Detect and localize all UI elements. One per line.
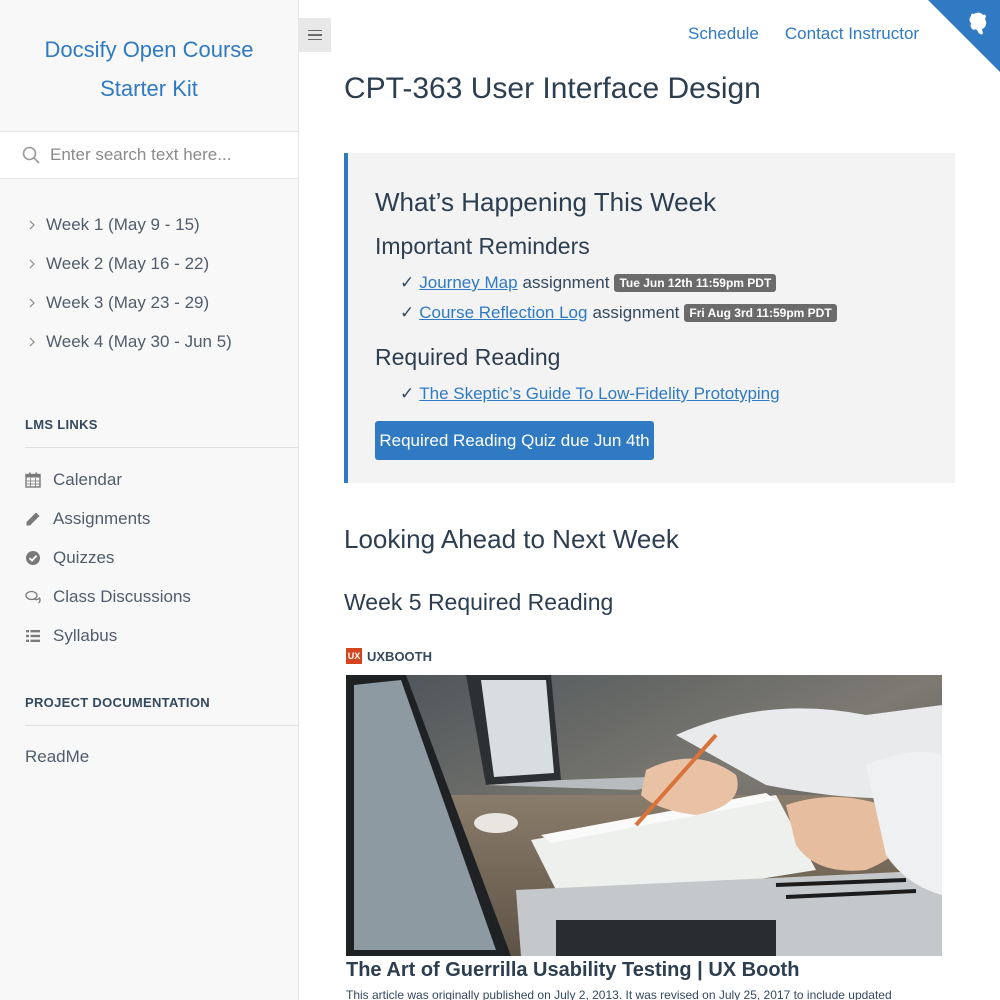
github-corner-icon[interactable]: [928, 0, 1000, 72]
sidebar-item-assignments[interactable]: Assignments: [0, 499, 298, 538]
menu-icon-bar: [308, 38, 322, 41]
list-icon: [26, 629, 40, 642]
lms-link-label: Calendar: [53, 469, 122, 489]
lms-links-title: LMS LINKS: [25, 417, 98, 432]
article-source: UX UXBOOTH: [346, 648, 432, 664]
menu-icon-bar: [308, 34, 322, 36]
chevron-right-icon: [29, 220, 35, 229]
reading-quiz-button[interactable]: Required Reading Quiz due Jun 4th: [375, 421, 654, 460]
check-circle-icon: [26, 550, 40, 565]
search-icon: [22, 146, 40, 164]
sidebar-item-week-2[interactable]: Week 2 (May 16 - 22): [0, 244, 298, 283]
sidebar-item-week-1[interactable]: Week 1 (May 9 - 15): [0, 205, 298, 244]
app-name-link[interactable]: Docsify Open Course Starter Kit: [0, 30, 298, 108]
nav-schedule-link[interactable]: Schedule: [688, 24, 759, 44]
reading-item: ✓ The Skeptic’s Guide To Low-Fidelity Pr…: [400, 384, 780, 404]
uxbooth-logo-icon: UX: [346, 648, 362, 664]
due-date-badge: Tue Jun 12th 11:59pm PDT: [614, 274, 777, 292]
comments-icon: [25, 590, 41, 604]
week-label: Week 1 (May 9 - 15): [46, 214, 200, 234]
journey-map-link[interactable]: Journey Map: [419, 273, 517, 293]
required-reading-heading: Required Reading: [375, 344, 561, 370]
app-name-line2: Starter Kit: [100, 76, 198, 101]
lms-link-label: Assignments: [53, 508, 151, 528]
chevron-right-icon: [29, 298, 35, 307]
lms-link-label: Syllabus: [53, 625, 118, 645]
article-source-name: UXBOOTH: [367, 648, 432, 664]
course-reflection-log-link[interactable]: Course Reflection Log: [419, 303, 587, 323]
search-input[interactable]: [50, 145, 290, 165]
reminder-text: assignment: [592, 303, 680, 322]
divider: [25, 447, 298, 448]
sidebar-item-calendar[interactable]: Calendar: [0, 460, 298, 499]
sidebar-item-quizzes[interactable]: Quizzes: [0, 538, 298, 577]
this-week-heading: What’s Happening This Week: [375, 187, 717, 217]
sidebar-item-week-3[interactable]: Week 3 (May 23 - 29): [0, 283, 298, 322]
check-icon: ✓: [400, 384, 415, 403]
calendar-icon: [25, 472, 41, 488]
search-box: [0, 131, 298, 179]
sidebar-item-class-discussions[interactable]: Class Discussions: [0, 577, 298, 616]
divider: [25, 725, 298, 726]
week-list: Week 1 (May 9 - 15) Week 2 (May 16 - 22)…: [0, 205, 298, 361]
page-title: CPT-363 User Interface Design: [344, 72, 761, 105]
sidebar-item-syllabus[interactable]: Syllabus: [0, 616, 298, 655]
pencil-icon: [26, 512, 40, 525]
reminder-item: ✓ Course Reflection Log assignment Fri A…: [400, 303, 837, 323]
check-icon: ✓: [400, 273, 415, 292]
sidebar-toggle-button[interactable]: [299, 18, 331, 52]
due-date-badge: Fri Aug 3rd 11:59pm PDT: [684, 304, 837, 322]
next-week-heading: Looking Ahead to Next Week: [344, 524, 679, 554]
week-label: Week 2 (May 16 - 22): [46, 253, 210, 273]
lms-link-label: Class Discussions: [53, 586, 191, 606]
app-name-line1: Docsify Open Course: [44, 37, 254, 62]
reminder-text: assignment: [522, 273, 610, 292]
chevron-right-icon: [29, 337, 35, 346]
menu-icon-bar: [308, 29, 322, 32]
skeptics-guide-link[interactable]: The Skeptic’s Guide To Low-Fidelity Prot…: [419, 384, 779, 404]
sidebar: Docsify Open Course Starter Kit Week 1 (…: [0, 0, 299, 1000]
chevron-right-icon: [29, 259, 35, 268]
reminders-heading: Important Reminders: [375, 233, 590, 259]
sidebar-item-readme[interactable]: ReadMe: [0, 747, 298, 767]
week5-reading-heading: Week 5 Required Reading: [344, 589, 614, 615]
top-nav: Schedule Contact Instructor: [688, 24, 919, 44]
check-icon: ✓: [400, 303, 415, 322]
sidebar-item-week-4[interactable]: Week 4 (May 30 - Jun 5): [0, 322, 298, 361]
article-image[interactable]: [346, 675, 942, 956]
project-docs-title: PROJECT DOCUMENTATION: [25, 695, 210, 710]
nav-contact-instructor-link[interactable]: Contact Instructor: [785, 24, 919, 44]
lms-links-list: Calendar Assignments Quizzes Class Discu…: [0, 460, 298, 655]
app-name: Docsify Open Course Starter Kit: [0, 0, 298, 131]
week-label: Week 4 (May 30 - Jun 5): [46, 331, 232, 351]
this-week-callout: What’s Happening This Week Important Rem…: [344, 153, 955, 483]
lms-link-label: Quizzes: [53, 547, 115, 567]
article-description: This article was originally published on…: [346, 988, 892, 1000]
week-label: Week 3 (May 23 - 29): [46, 292, 210, 312]
reminder-item: ✓ Journey Map assignment Tue Jun 12th 11…: [400, 273, 777, 293]
article-title[interactable]: The Art of Guerrilla Usability Testing |…: [346, 959, 799, 982]
